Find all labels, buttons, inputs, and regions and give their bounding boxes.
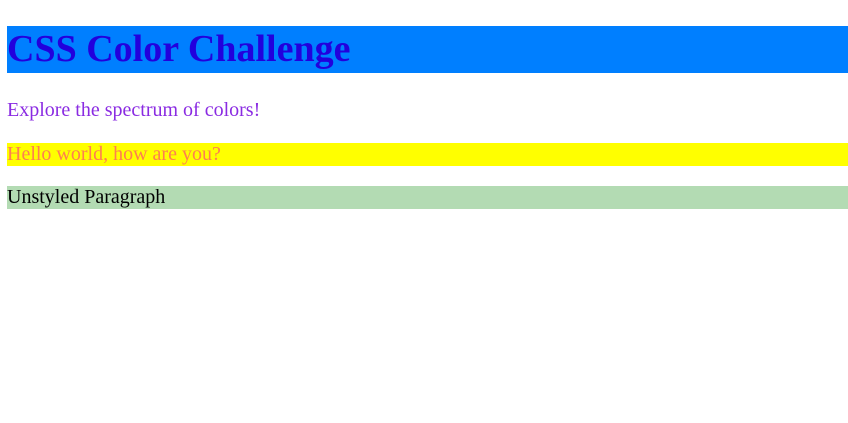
unstyled-paragraph: Unstyled Paragraph	[7, 186, 848, 209]
subtitle-paragraph: Explore the spectrum of colors!	[7, 99, 261, 121]
page-root: CSS Color Challenge Explore the spectrum…	[0, 0, 848, 423]
greeting-paragraph: Hello world, how are you?	[7, 143, 848, 166]
page-title: CSS Color Challenge	[7, 26, 848, 73]
